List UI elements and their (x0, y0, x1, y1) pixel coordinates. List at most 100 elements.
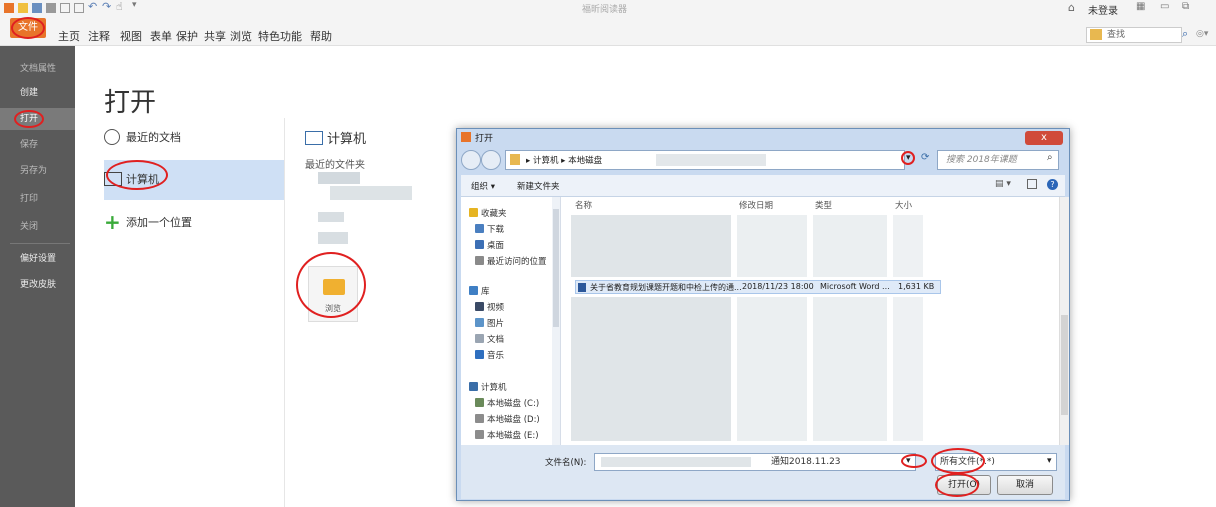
desktop-icon (475, 240, 484, 249)
sidebar-item-print[interactable]: 打印 (0, 188, 75, 210)
file-entry-blurred[interactable] (571, 215, 731, 277)
drive-icon (475, 414, 484, 423)
sidebar-item-save[interactable]: 保存 (0, 134, 75, 156)
recent-folder-item[interactable] (318, 172, 360, 184)
nav-documents[interactable]: 文档 (475, 333, 504, 345)
nav-desktop[interactable]: 桌面 (475, 239, 504, 251)
nav-favorites[interactable]: 收藏夹 (469, 207, 507, 219)
help-icon[interactable]: ? (1047, 179, 1058, 190)
sidebar-item-skin[interactable]: 更改皮肤 (0, 274, 75, 296)
nav-computer[interactable]: 计算机 (469, 381, 507, 393)
open-folder-icon[interactable] (18, 3, 28, 13)
menu-view[interactable]: 视图 (120, 28, 142, 44)
refresh-icon[interactable]: ⟳ (921, 152, 929, 163)
nav-label: 音乐 (487, 351, 505, 361)
forward-button[interactable] (481, 150, 501, 170)
navigation-scrollbar[interactable] (552, 197, 560, 445)
highlight-circle (901, 151, 915, 165)
page-title: 打开 (104, 88, 157, 118)
sidebar-divider (10, 243, 70, 244)
view-options-icon[interactable]: ▤ ▾ (995, 179, 1011, 189)
preview-pane-icon[interactable] (1027, 179, 1037, 189)
menu-share[interactable]: 共享 (204, 28, 226, 44)
column-header-type[interactable]: 类型 (815, 199, 832, 211)
place-add-location[interactable]: + 添加一个位置 (104, 202, 284, 242)
print-icon[interactable] (46, 3, 56, 13)
clipboard-icon[interactable] (74, 3, 84, 13)
highlight-circle (14, 110, 44, 128)
nav-label: 本地磁盘 (D:) (487, 415, 540, 425)
nav-libraries[interactable]: 库 (469, 285, 490, 297)
search-options-icon[interactable]: ◎▾ (1196, 29, 1208, 39)
file-type: Microsoft Word ... (820, 282, 890, 291)
clock-icon (104, 129, 120, 145)
filter-dropdown-icon[interactable]: ▾ (1047, 456, 1052, 466)
file-entry-blurred[interactable] (571, 297, 731, 441)
sidebar-item-save-as[interactable]: 另存为 (0, 160, 75, 182)
nav-label: 下载 (487, 225, 505, 235)
cancel-button[interactable]: 取消 (997, 475, 1053, 495)
column-header-date[interactable]: 修改日期 (739, 199, 773, 211)
user-icon: ⌂ (1068, 1, 1075, 14)
menu-help[interactable]: 帮助 (310, 28, 332, 44)
breadcrumb-folder[interactable] (656, 154, 766, 166)
column-header-name[interactable]: 名称 (575, 199, 592, 211)
recent-folder-item[interactable] (318, 232, 348, 244)
page-icon[interactable] (60, 3, 70, 13)
recent-folder-item[interactable] (330, 186, 412, 200)
place-recent-documents[interactable]: 最近的文档 (104, 118, 284, 158)
new-folder-button[interactable]: 新建文件夹 (517, 180, 560, 192)
nav-label: 计算机 (481, 383, 507, 393)
document-icon (475, 334, 484, 343)
place-label: 最近的文档 (126, 131, 181, 144)
quick-access-dropdown-icon[interactable]: ▾ (132, 0, 137, 10)
file-list-scroll-thumb[interactable] (1061, 315, 1068, 415)
back-button[interactable] (461, 150, 481, 170)
organize-button[interactable]: 组织 ▾ (471, 180, 495, 192)
file-size: 1,631 KB (898, 282, 935, 291)
minimize-icon[interactable]: ▭ (1160, 1, 1169, 12)
nav-drive-c[interactable]: 本地磁盘 (C:) (475, 397, 539, 409)
login-link[interactable]: 未登录 (1088, 2, 1118, 17)
redo-icon[interactable]: ↷ (102, 0, 111, 13)
navigation-scroll-thumb[interactable] (553, 209, 559, 327)
menu-home[interactable]: 主页 (58, 28, 80, 44)
file-list-scrollbar[interactable] (1059, 197, 1069, 445)
breadcrumb-local-disk[interactable]: 本地磁盘 (568, 156, 602, 166)
sidebar-item-preferences[interactable]: 偏好设置 (0, 248, 75, 270)
nav-downloads[interactable]: 下载 (475, 223, 504, 235)
word-file-icon (578, 283, 586, 292)
menu-comment[interactable]: 注释 (88, 28, 110, 44)
hand-tool-icon[interactable]: ☝ (116, 0, 123, 13)
restore-icon[interactable]: ⧉ (1182, 1, 1189, 12)
selected-file-row[interactable]: 关于省教育规划课题开题和中检上传的通... 2018/11/23 18:00 M… (575, 280, 941, 294)
nav-recent-places[interactable]: 最近访问的位置 (475, 255, 547, 267)
search-icon[interactable]: ⌕ (1182, 27, 1188, 41)
highlight-circle (11, 17, 45, 39)
nav-videos[interactable]: 视频 (475, 301, 504, 313)
menu-features[interactable]: 特色功能 (258, 28, 302, 44)
dialog-close-button[interactable]: x (1025, 131, 1063, 145)
file-entry-blurred (893, 297, 923, 441)
sidebar-item-create[interactable]: 创建 (0, 82, 75, 104)
nav-drive-d[interactable]: 本地磁盘 (D:) (475, 413, 540, 425)
dialog-title: 打开 (475, 134, 494, 144)
save-icon[interactable] (32, 3, 42, 13)
dialog-search-input[interactable]: 搜索 2018年课题 (937, 150, 1059, 170)
menu-protect[interactable]: 保护 (176, 28, 198, 44)
menu-browse[interactable]: 浏览 (230, 28, 252, 44)
breadcrumb-computer[interactable]: 计算机 (533, 156, 559, 166)
menu-form[interactable]: 表单 (150, 28, 172, 44)
search-icon[interactable]: ⌕ (1047, 152, 1053, 163)
nav-music[interactable]: 音乐 (475, 349, 504, 361)
sidebar-item-close[interactable]: 关闭 (0, 216, 75, 238)
computer-heading: 计算机 (305, 128, 366, 147)
address-bar[interactable]: ▸ 计算机 ▸ 本地磁盘 (505, 150, 905, 170)
nav-drive-e[interactable]: 本地磁盘 (E:) (475, 429, 539, 441)
sidebar-item-properties[interactable]: 文档属性 (0, 58, 75, 80)
layout-icon[interactable]: ▦ (1136, 1, 1145, 12)
column-header-size[interactable]: 大小 (895, 199, 912, 211)
nav-pictures[interactable]: 图片 (475, 317, 504, 329)
undo-icon[interactable]: ↶ (88, 0, 97, 13)
recent-folder-item[interactable] (318, 212, 344, 222)
